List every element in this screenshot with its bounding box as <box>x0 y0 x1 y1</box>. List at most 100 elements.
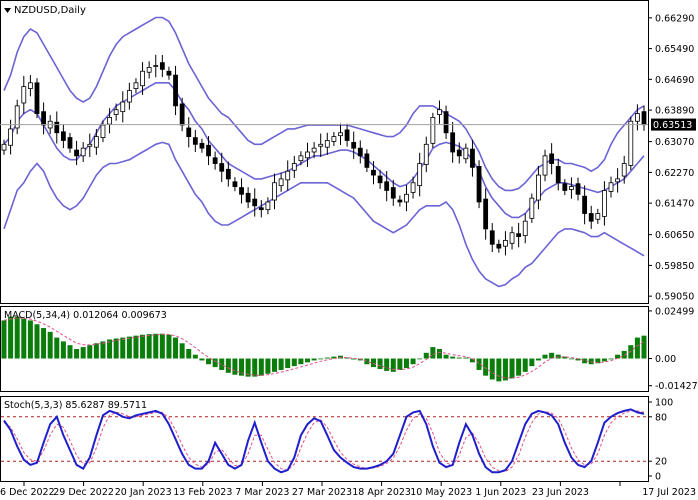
candle-body <box>41 111 46 126</box>
candle-body <box>588 213 594 222</box>
macd-bar <box>516 358 522 376</box>
macd-bar <box>542 354 548 359</box>
macd-bar <box>8 316 14 359</box>
candle-body <box>113 109 119 115</box>
macd-bar <box>568 358 574 360</box>
candle-body <box>509 232 515 244</box>
candle-body <box>582 195 588 214</box>
candle-body <box>100 124 106 138</box>
macd-bar <box>318 358 324 360</box>
candle-body <box>562 183 568 191</box>
macd-bar <box>21 318 27 359</box>
macd-bar <box>153 333 159 359</box>
candle-body <box>206 144 211 157</box>
symbol-label: NZDUSD,Daily <box>14 5 86 16</box>
current-price-label: 0.63513 <box>653 120 692 131</box>
candle-body <box>305 151 310 159</box>
candle-body <box>443 111 449 134</box>
macd-bar <box>252 358 258 377</box>
time-tick-label: 6 Dec 2022 <box>0 487 55 498</box>
candle-body <box>179 103 185 126</box>
candle-body <box>159 62 165 70</box>
macd-bar <box>417 358 423 360</box>
price-tick-label: 0.66290 <box>655 13 694 24</box>
stoch-tick-label: 0 <box>655 472 661 483</box>
macd-bar <box>159 333 165 359</box>
candle-body <box>199 142 205 149</box>
candle-body <box>496 243 502 249</box>
macd-bar <box>54 337 60 359</box>
candle-body <box>140 70 145 87</box>
price-tick-label: 0.63070 <box>655 137 694 148</box>
candle-body <box>225 168 231 180</box>
macd-bar <box>641 335 647 359</box>
candle-body <box>1 143 7 151</box>
candle-body <box>278 178 284 187</box>
macd-bar <box>410 358 416 365</box>
candle-body <box>93 136 99 148</box>
macd-bar <box>1 320 7 359</box>
macd-bar <box>529 358 535 367</box>
candle-body <box>608 182 614 192</box>
candle-body <box>483 198 489 230</box>
macd-bar <box>298 358 304 365</box>
candle-body <box>377 175 383 184</box>
candle-body <box>212 157 218 164</box>
macd-bar <box>397 358 403 370</box>
macd-bar <box>126 336 132 359</box>
candle-body <box>536 174 541 201</box>
candle-body <box>146 67 152 73</box>
candle-body <box>595 213 601 220</box>
candle-body <box>80 147 86 157</box>
macd-bar <box>489 358 495 380</box>
macd-bar <box>370 358 376 368</box>
macd-bar <box>311 358 317 361</box>
macd-tick-label: 0.02499 <box>655 306 694 317</box>
candle-body <box>470 148 475 168</box>
candle-body <box>602 190 607 217</box>
candle-body <box>338 132 343 137</box>
stoch-tick-label: 100 <box>655 398 673 409</box>
macd-bar <box>463 357 469 359</box>
macd-bar <box>199 358 205 361</box>
macd-bar <box>173 337 179 359</box>
macd-bar <box>522 358 528 372</box>
candle-body <box>186 127 192 138</box>
macd-bar <box>377 358 383 369</box>
candle-body <box>285 170 291 181</box>
time-tick-label: 7 Mar 2023 <box>235 487 289 498</box>
macd-bar <box>272 358 278 372</box>
candle-body <box>529 197 535 219</box>
macd-bar <box>67 345 73 359</box>
macd-bar <box>87 345 93 359</box>
candle-body <box>120 101 126 113</box>
candle-body <box>133 82 139 89</box>
candle-body <box>166 70 172 76</box>
candle-body <box>549 153 555 164</box>
macd-bar <box>535 358 541 361</box>
macd-bar <box>14 316 20 359</box>
candle-body <box>107 117 112 125</box>
candle-body <box>252 198 258 207</box>
macd-bar <box>212 358 218 368</box>
macd-bar <box>166 334 172 359</box>
candle-body <box>54 121 60 134</box>
macd-bar <box>100 341 106 359</box>
macd-tick-label: 0.00 <box>655 354 676 365</box>
candle-body <box>331 136 337 142</box>
macd-bar <box>291 358 297 367</box>
candle-body <box>410 182 416 193</box>
macd-bar <box>601 358 607 362</box>
candle-body <box>324 140 330 148</box>
macd-bar <box>74 349 80 359</box>
stoch-label: Stoch(5,3,3) 85.6287 89.5711 <box>4 400 147 411</box>
candle-body <box>516 233 522 237</box>
candle-body <box>615 178 621 183</box>
macd-tick-label: -0.01427 <box>655 381 698 392</box>
macd-bar <box>509 358 515 379</box>
macd-label: MACD(5,34,4) 0.012064 0.009673 <box>4 310 167 321</box>
candle-body <box>430 117 436 144</box>
macd-bar <box>436 349 442 359</box>
macd-bar <box>403 358 409 369</box>
macd-bar <box>80 347 86 359</box>
